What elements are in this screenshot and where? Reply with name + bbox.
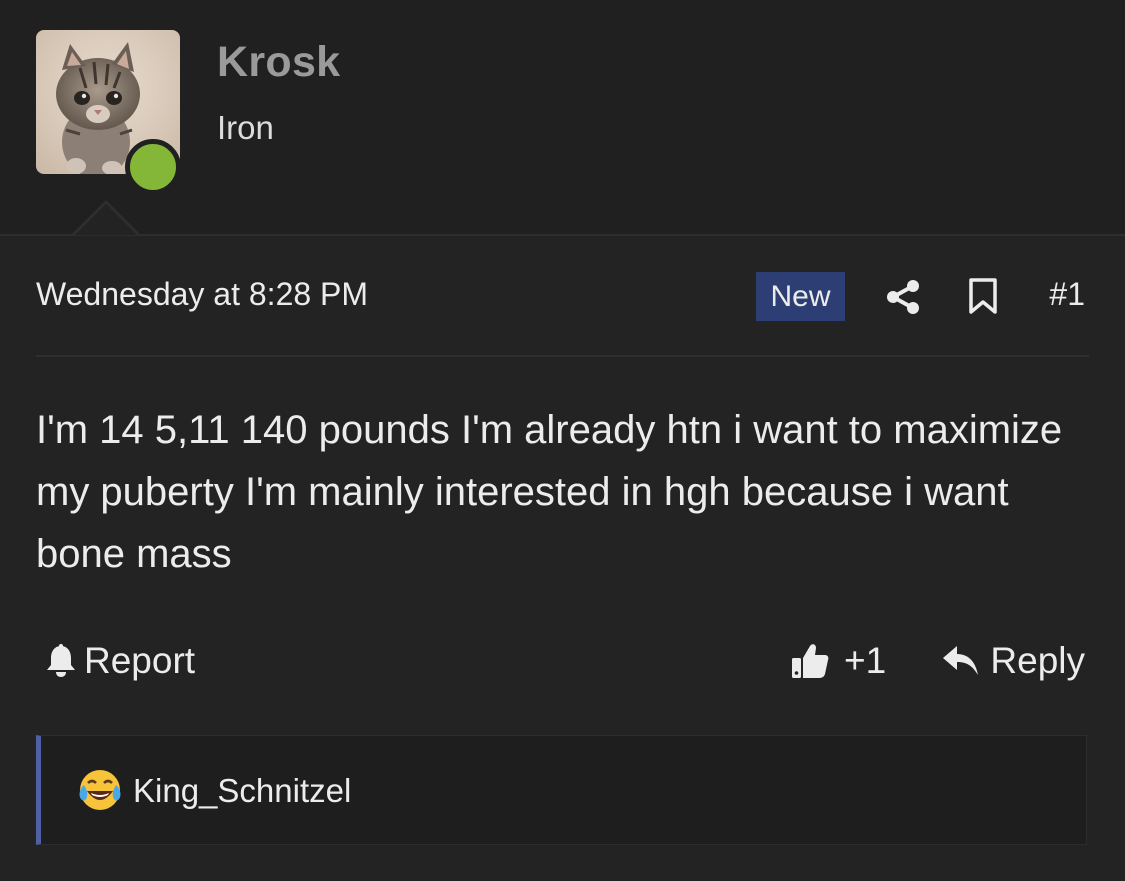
- bookmark-icon[interactable]: [966, 277, 1000, 315]
- post-number-link[interactable]: #1: [1049, 276, 1085, 313]
- post-date[interactable]: Wednesday at 8:28 PM: [36, 276, 368, 313]
- user-header: Krosk Iron: [0, 0, 1125, 234]
- user-title: Iron: [217, 109, 274, 146]
- post-message: I'm 14 5,11 140 pounds I'm already htn i…: [36, 408, 1063, 576]
- post-pointer-arrow-fill: [75, 204, 137, 235]
- divider: [36, 355, 1089, 357]
- online-status-indicator: [125, 139, 181, 195]
- share-icon[interactable]: [884, 278, 922, 316]
- username[interactable]: Krosk: [217, 38, 340, 87]
- reaction-user-link[interactable]: King_Schnitzel: [133, 772, 351, 810]
- bell-icon: [47, 644, 75, 677]
- reply-button[interactable]: Reply: [942, 637, 1085, 685]
- report-button[interactable]: Report: [44, 637, 195, 685]
- tears-of-joy-emoji-icon[interactable]: [77, 767, 123, 813]
- like-count: +1: [844, 640, 887, 681]
- reactions-bar: King_Schnitzel: [36, 735, 1087, 845]
- reply-arrow-icon: [943, 646, 979, 675]
- reply-label: Reply: [990, 640, 1085, 681]
- thumbs-up-icon: [792, 644, 829, 678]
- report-label: Report: [84, 640, 196, 681]
- new-badge: New: [756, 272, 845, 321]
- like-button[interactable]: +1: [790, 637, 886, 685]
